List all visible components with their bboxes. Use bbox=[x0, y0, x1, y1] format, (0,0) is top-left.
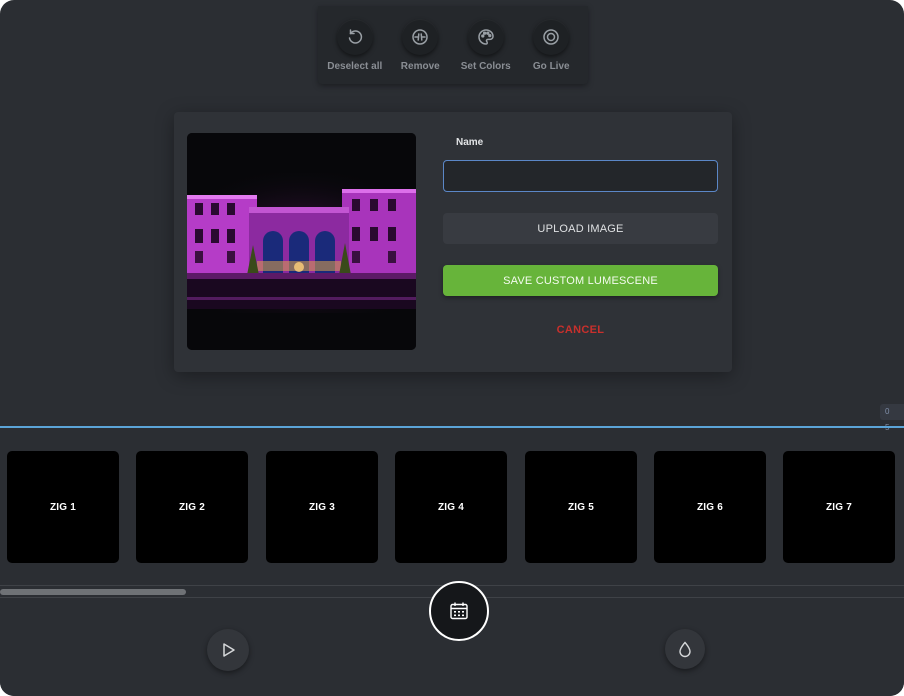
custom-lumescene-dialog: Name UPLOAD IMAGE SAVE CUSTOM LUMESCENE … bbox=[174, 112, 732, 372]
set-colors-button[interactable]: Set Colors bbox=[453, 6, 519, 84]
cancel-button[interactable]: CANCEL bbox=[443, 324, 718, 336]
deselect-all-button[interactable]: Deselect all bbox=[322, 6, 388, 84]
go-live-label: Go Live bbox=[532, 61, 570, 72]
remove-button[interactable]: Remove bbox=[388, 6, 454, 84]
zig-card[interactable]: ZIG 3 bbox=[266, 451, 378, 563]
deselect-all-label: Deselect all bbox=[327, 61, 383, 72]
zig-label: ZIG 1 bbox=[49, 501, 76, 513]
zig-label: ZIG 4 bbox=[437, 501, 464, 513]
zig-card[interactable]: ZIG 2 bbox=[136, 451, 248, 563]
upload-image-button[interactable]: UPLOAD IMAGE bbox=[443, 213, 718, 244]
remove-label: Remove bbox=[400, 61, 440, 72]
zig-count-badge: 0 5 bbox=[880, 404, 904, 432]
scrollbar-thumb[interactable] bbox=[0, 589, 186, 595]
zig-label: ZIG 3 bbox=[308, 501, 335, 513]
play-button[interactable] bbox=[207, 629, 249, 671]
zig-label: ZIG 2 bbox=[178, 501, 205, 513]
droplet-icon bbox=[679, 641, 691, 658]
zig-card[interactable]: ZIG 6 bbox=[654, 451, 766, 563]
selection-toolbar: Deselect all Remove Set Colors Go Live bbox=[318, 6, 588, 84]
app-window: Deselect all Remove Set Colors Go Live N… bbox=[0, 0, 904, 696]
zig-list: ZIG 1 ZIG 2 ZIG 3 ZIG 4 ZIG 5 ZIG 6 ZIG … bbox=[7, 451, 904, 563]
color-drop-button[interactable] bbox=[665, 629, 705, 669]
broadcast-icon bbox=[533, 19, 570, 55]
zig-label: ZIG 7 bbox=[825, 501, 852, 513]
zig-card[interactable]: ZIG 1 bbox=[7, 451, 119, 563]
name-field-label: Name bbox=[456, 137, 484, 148]
zig-label: ZIG 6 bbox=[696, 501, 723, 513]
undo-icon bbox=[336, 19, 373, 55]
preview-image bbox=[187, 133, 416, 350]
play-icon bbox=[223, 643, 235, 657]
zig-card[interactable]: ZIG 4 bbox=[395, 451, 507, 563]
zig-card[interactable]: ZIG 5 bbox=[525, 451, 637, 563]
palette-icon bbox=[467, 19, 504, 55]
section-divider bbox=[0, 426, 904, 428]
name-input[interactable] bbox=[443, 160, 718, 192]
go-live-button[interactable]: Go Live bbox=[519, 6, 585, 84]
zig-card[interactable]: ZIG 7 bbox=[783, 451, 895, 563]
schedule-button[interactable] bbox=[429, 581, 489, 641]
zig-label: ZIG 5 bbox=[567, 501, 594, 513]
calendar-icon bbox=[450, 602, 468, 620]
save-custom-lumescene-button[interactable]: SAVE CUSTOM LUMESCENE bbox=[443, 265, 718, 296]
remove-icon bbox=[402, 19, 439, 55]
set-colors-label: Set Colors bbox=[460, 61, 511, 72]
